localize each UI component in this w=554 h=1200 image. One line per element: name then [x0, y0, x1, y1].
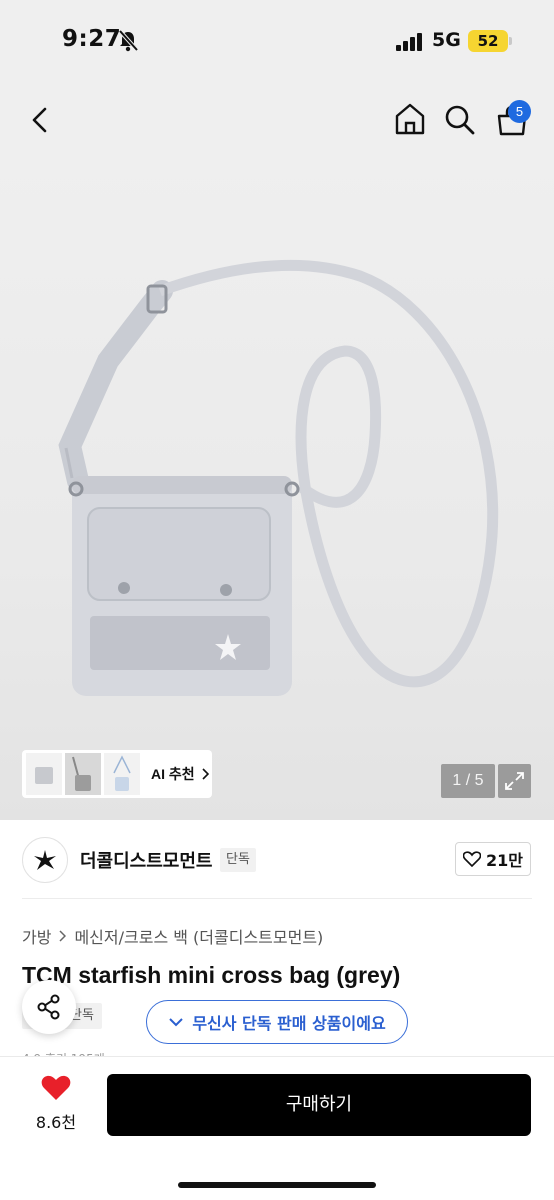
breadcrumb: 가방 메신저/크로스 백 (더콜디스트모먼트)	[22, 924, 323, 948]
brand-row: 더콜디스트모먼트 단독 21만	[0, 830, 554, 894]
home-icon[interactable]	[393, 102, 427, 136]
battery-indicator: 52	[468, 30, 508, 52]
starfish-logo-icon	[34, 850, 56, 870]
share-icon	[37, 994, 60, 1020]
thumbnail-3[interactable]	[104, 753, 140, 795]
bell-muted-icon	[118, 30, 138, 52]
brand-like-button[interactable]: 21만	[455, 842, 531, 876]
chevron-right-icon	[202, 768, 209, 780]
share-button[interactable]	[22, 980, 76, 1034]
page-indicator: 1 / 5	[441, 764, 495, 798]
status-time: 9:27	[62, 26, 122, 52]
network-label: 5G	[432, 29, 461, 51]
breadcrumb-category[interactable]: 가방	[22, 924, 51, 948]
heart-outline-icon	[463, 851, 481, 867]
product-image-gallery[interactable]: AI 추천	[0, 156, 554, 820]
chevron-right-icon	[59, 930, 67, 942]
brand-name[interactable]: 더콜디스트모먼트	[80, 847, 212, 873]
thumbnail-2[interactable]	[65, 753, 101, 795]
thumbnail-1[interactable]	[26, 753, 62, 795]
chevron-down-icon	[169, 1018, 184, 1027]
heart-filled-icon	[41, 1075, 71, 1100]
product-title: TCM starfish mini cross bag (grey)	[22, 962, 401, 988]
thumbnail-strip: AI 추천	[22, 750, 212, 798]
signal-icon	[396, 33, 422, 51]
status-bar: 9:27 5G 52	[0, 0, 554, 84]
buy-button[interactable]: 구매하기	[107, 1074, 531, 1136]
exclusive-sale-notice[interactable]: 무신사 단독 판매 상품이에요	[146, 1000, 408, 1044]
brand-like-count: 21만	[486, 851, 523, 870]
brand-logo[interactable]	[22, 837, 68, 883]
divider	[22, 898, 532, 899]
wishlist-count: 8.6천	[35, 1113, 77, 1132]
home-indicator	[178, 1182, 376, 1188]
search-icon[interactable]	[444, 104, 476, 136]
expand-icon	[505, 772, 524, 790]
expand-button[interactable]	[498, 764, 531, 798]
ai-recommend-label[interactable]: AI 추천	[151, 764, 195, 784]
exclusive-tag: 단독	[220, 848, 256, 872]
bottom-action-bar: 8.6천 구매하기	[0, 1056, 554, 1200]
wishlist-button[interactable]: 8.6천	[28, 1075, 84, 1137]
cart-count-badge: 5	[508, 100, 531, 123]
product-photo	[58, 259, 499, 696]
back-icon[interactable]	[28, 106, 52, 134]
exclusive-sale-text: 무신사 단독 판매 상품이에요	[192, 1014, 386, 1033]
battery-cap	[509, 37, 512, 45]
breadcrumb-subcategory[interactable]: 메신저/크로스 백 (더콜디스트모먼트)	[74, 924, 323, 948]
